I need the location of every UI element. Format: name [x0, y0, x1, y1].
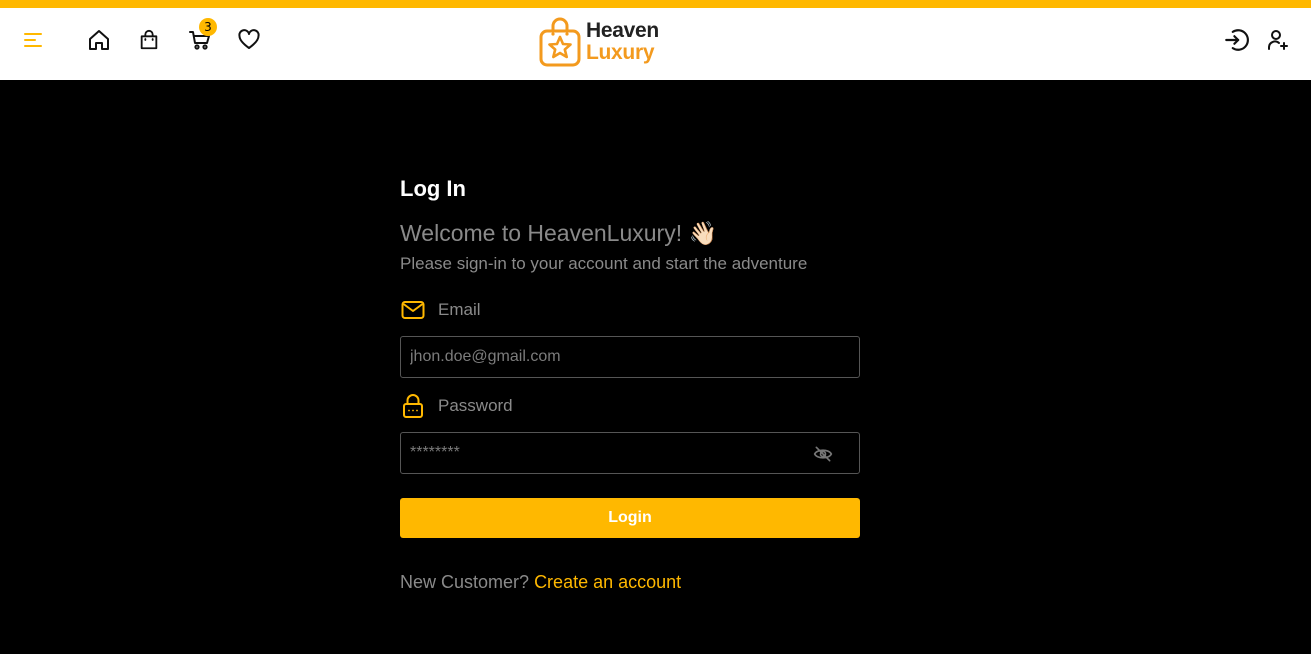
- lock-icon: [400, 393, 426, 419]
- email-field[interactable]: [401, 337, 859, 377]
- menu-button[interactable]: [17, 24, 49, 56]
- brand-name: Heaven Luxury: [586, 20, 659, 64]
- password-label-text: Password: [438, 396, 513, 415]
- signup-prompt: New Customer? Create an account: [400, 572, 860, 593]
- login-nav-button[interactable]: [1220, 24, 1252, 56]
- cart-count-badge: 3: [199, 18, 217, 36]
- heart-icon: [238, 29, 260, 49]
- welcome-heading: Welcome to HeavenLuxury! 👋🏻: [400, 220, 718, 246]
- top-accent-stripe: [0, 0, 1311, 8]
- email-label-text: Email: [438, 300, 481, 319]
- shop-button[interactable]: [133, 24, 165, 56]
- page-title: Log In: [400, 176, 466, 201]
- register-nav-button[interactable]: [1262, 24, 1294, 56]
- user-plus-icon: [1268, 30, 1288, 50]
- shopping-bag-icon: [140, 29, 158, 50]
- navbar: 3 Heaven Luxury: [0, 8, 1311, 80]
- home-icon: [89, 30, 109, 50]
- create-account-link[interactable]: Create an account: [534, 572, 681, 592]
- password-label: Password: [400, 392, 860, 420]
- email-label: Email: [400, 296, 860, 324]
- brand-logo[interactable]: Heaven Luxury: [538, 14, 678, 74]
- mail-icon: [400, 297, 426, 323]
- login-form: Log In Welcome to HeavenLuxury! 👋🏻 Pleas…: [400, 170, 860, 593]
- login-button[interactable]: Login: [400, 498, 860, 538]
- welcome-subtitle: Please sign-in to your account and start…: [400, 254, 808, 273]
- new-customer-text: New Customer?: [400, 572, 530, 592]
- cart-button[interactable]: 3: [184, 18, 217, 56]
- eye-off-icon[interactable]: [813, 444, 833, 464]
- login-icon: [1225, 29, 1249, 51]
- email-field-wrapper: [400, 336, 860, 378]
- shopping-bag-star-icon: [539, 17, 581, 67]
- home-button[interactable]: [83, 24, 115, 56]
- brand-name-line2: Luxury: [586, 41, 655, 64]
- password-field[interactable]: [401, 433, 859, 473]
- password-field-wrapper: [400, 432, 860, 474]
- brand-name-line1: Heaven: [586, 19, 659, 42]
- wishlist-button[interactable]: [233, 24, 265, 56]
- menu-icon: [24, 33, 42, 47]
